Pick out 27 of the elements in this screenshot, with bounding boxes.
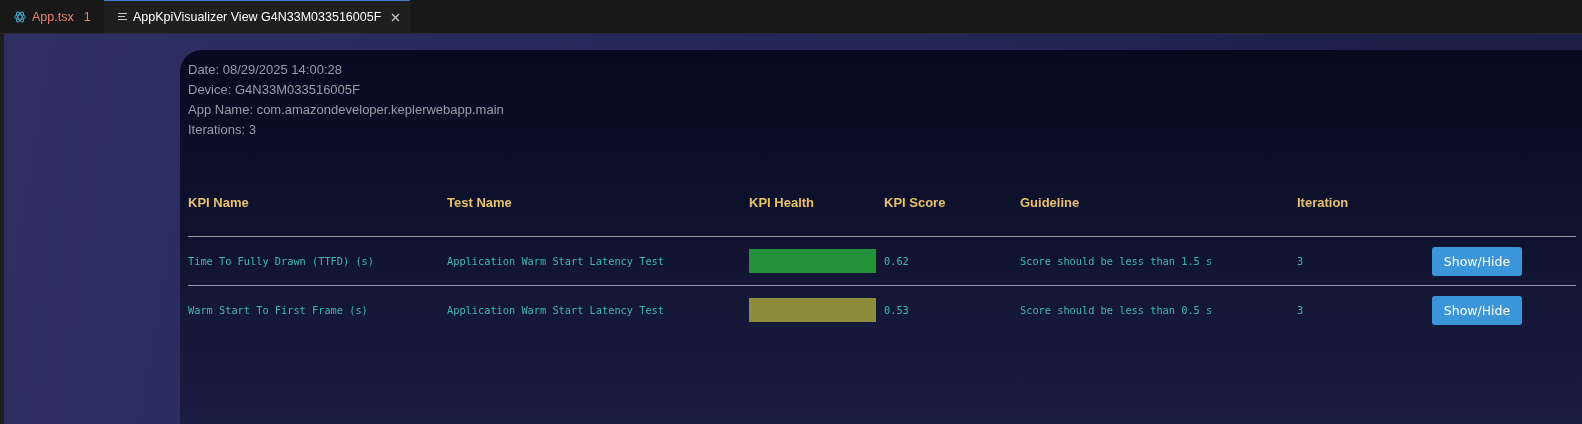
iteration-cell: 3 (1297, 255, 1304, 267)
column-header: Guideline (1020, 194, 1080, 210)
lines-icon (118, 12, 127, 22)
test-name-cell: Application Warm Start Latency Test (447, 255, 664, 267)
problem-count: 1 (83, 9, 91, 24)
kpi-name-cell: Time To Fully Drawn (TTFD) (s) (188, 255, 374, 267)
tab-label: AppKpiVisualizer View G4N33M033516005F (133, 10, 382, 24)
atom-icon (14, 10, 26, 23)
column-header: Test Name (447, 194, 512, 210)
column-header: Iteration (1297, 194, 1349, 210)
report-info-line: Date: 08/29/2025 14:00:28 (188, 62, 343, 78)
guideline-cell: Score should be less than 1.5 s (1020, 255, 1213, 267)
column-header: KPI Name (188, 194, 249, 210)
guideline-cell: Score should be less than 0.5 s (1020, 304, 1213, 316)
report-info-line: App Name: com.amazondeveloper.keplerwebapp.main (188, 102, 505, 118)
tab-label: App.tsx (32, 9, 74, 24)
column-header: KPI Health (749, 194, 814, 210)
report-info-line: Device: G4N33M033516005F (188, 82, 361, 98)
close-icon[interactable] (391, 12, 401, 22)
score-cell: 0.62 (884, 255, 909, 267)
score-cell: 0.53 (884, 304, 909, 316)
editor-tab[interactable]: AppKpiVisualizer View G4N33M033516005F (104, 0, 411, 33)
kpi-name-cell: Warm Start To First Frame (s) (188, 304, 368, 316)
column-header: KPI Score (884, 194, 946, 210)
test-name-cell: Application Warm Start Latency Test (447, 304, 664, 316)
report-info-line: Iterations: 3 (188, 122, 257, 138)
iteration-cell: 3 (1297, 304, 1304, 316)
